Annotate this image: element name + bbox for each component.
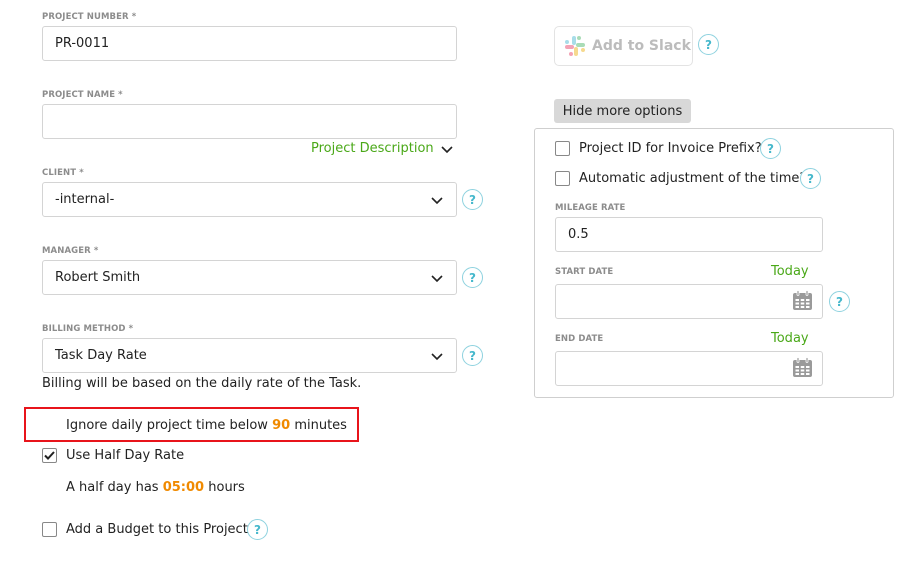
project-number-value: PR-0011 (55, 36, 110, 51)
chevron-down-icon (441, 145, 453, 153)
billing-method-hint: Billing will be based on the daily rate … (42, 376, 362, 391)
invoice-prefix-help-icon[interactable]: ? (760, 138, 781, 159)
client-label: CLIENT * (42, 168, 84, 178)
manager-value: Robert Smith (55, 270, 141, 285)
project-description-label: Project Description (311, 141, 434, 156)
half-day-hours-setting: A half day has 05:00 hours (66, 480, 245, 495)
start-date-input[interactable] (555, 284, 823, 319)
invoice-prefix-label: Project ID for Invoice Prefix? (579, 141, 762, 156)
mileage-rate-label: MILEAGE RATE (555, 203, 626, 213)
project-number-label: PROJECT NUMBER * (42, 12, 137, 22)
end-date-label: END DATE (555, 334, 604, 344)
ignore-time-prefix: Ignore daily project time below (66, 418, 268, 433)
hide-more-options-button[interactable]: Hide more options (554, 99, 691, 123)
budget-help-icon[interactable]: ? (247, 519, 268, 540)
ignore-time-value[interactable]: 90 (272, 418, 290, 433)
start-date-help-icon[interactable]: ? (829, 291, 850, 312)
project-name-label: PROJECT NAME * (42, 90, 123, 100)
client-help-icon[interactable]: ? (462, 189, 483, 210)
start-date-today-link[interactable]: Today (771, 264, 809, 279)
half-day-hours-suffix: hours (208, 480, 245, 495)
slack-help-icon[interactable]: ? (698, 34, 719, 55)
half-day-hours-value[interactable]: 05:00 (163, 480, 204, 495)
billing-method-select[interactable]: Task Day Rate (42, 338, 457, 373)
budget-checkbox[interactable] (42, 522, 57, 537)
project-name-input[interactable] (42, 104, 457, 139)
end-date-input[interactable] (555, 351, 823, 386)
half-day-hours-prefix: A half day has (66, 480, 159, 495)
budget-label: Add a Budget to this Project (66, 522, 248, 537)
ignore-time-setting: Ignore daily project time below 90 minut… (66, 418, 347, 433)
half-day-rate-checkbox[interactable] (42, 448, 57, 463)
checkmark-icon (44, 451, 55, 460)
half-day-rate-label: Use Half Day Rate (66, 448, 185, 463)
billing-method-value: Task Day Rate (55, 348, 147, 363)
ignore-time-suffix: minutes (294, 418, 347, 433)
add-to-slack-label: Add to Slack (592, 38, 691, 54)
chevron-down-icon (431, 274, 443, 282)
chevron-down-icon (431, 352, 443, 360)
manager-select[interactable]: Robert Smith (42, 260, 457, 295)
billing-method-help-icon[interactable]: ? (462, 345, 483, 366)
project-description-toggle[interactable]: Project Description (311, 141, 454, 156)
end-date-today-link[interactable]: Today (771, 331, 809, 346)
auto-adjust-label: Automatic adjustment of the time? (579, 171, 807, 186)
project-number-input[interactable]: PR-0011 (42, 26, 457, 61)
invoice-prefix-checkbox[interactable] (555, 141, 570, 156)
mileage-rate-value: 0.5 (568, 227, 589, 242)
calendar-icon[interactable] (792, 357, 813, 378)
mileage-rate-input[interactable]: 0.5 (555, 217, 823, 252)
auto-adjust-help-icon[interactable]: ? (800, 168, 821, 189)
auto-adjust-checkbox[interactable] (555, 171, 570, 186)
manager-label: MANAGER * (42, 246, 99, 256)
client-value: -internal- (55, 192, 115, 207)
chevron-down-icon (431, 196, 443, 204)
slack-logo-icon (565, 36, 585, 56)
client-select[interactable]: -internal- (42, 182, 457, 217)
start-date-label: START DATE (555, 267, 614, 277)
add-to-slack-button[interactable]: Add to Slack (554, 26, 693, 66)
calendar-icon[interactable] (792, 290, 813, 311)
billing-method-label: BILLING METHOD * (42, 324, 134, 334)
manager-help-icon[interactable]: ? (462, 267, 483, 288)
